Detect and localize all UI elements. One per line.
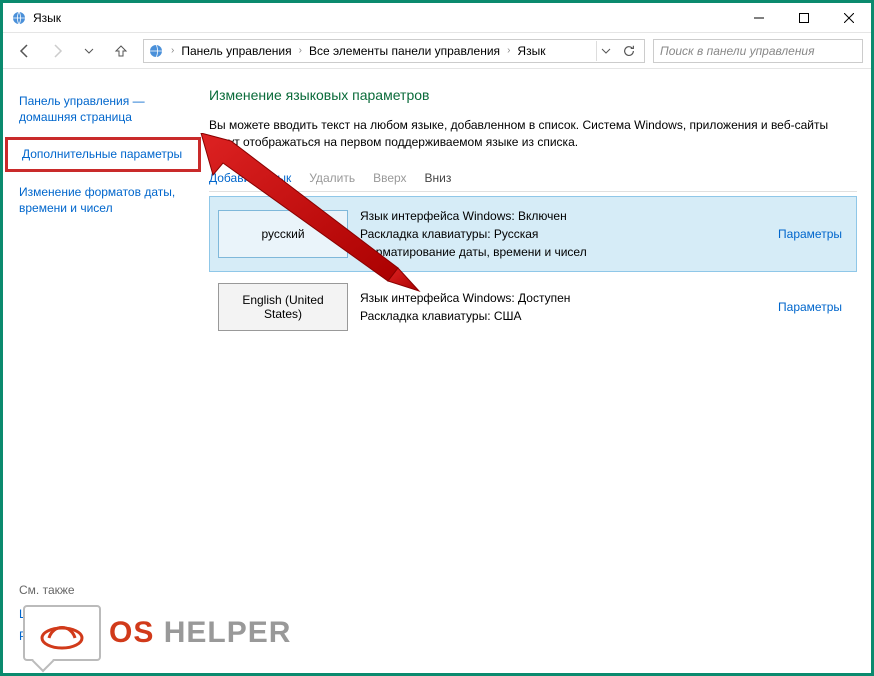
move-up-button[interactable]: Вверх [373,171,406,185]
sidebar: Панель управления — домашняя страница До… [3,69,203,673]
language-info-line: Раскладка клавиатуры: Русская [360,225,766,243]
chevron-right-icon[interactable]: › [504,45,513,56]
add-language-button[interactable]: Добавить язык [209,171,291,185]
language-row[interactable]: русский Язык интерфейса Windows: Включен… [209,196,857,272]
page-description: Вы можете вводить текст на любом языке, … [209,117,857,151]
language-info: Язык интерфейса Windows: Доступен Раскла… [360,289,766,325]
forward-button[interactable] [43,37,71,65]
breadcrumb-item[interactable]: Все элементы панели управления [307,44,502,58]
toolbar: Добавить язык Удалить Вверх Вниз [209,165,857,192]
seealso-header: См. также [19,583,191,597]
language-row[interactable]: English (United States) Язык интерфейса … [209,272,857,342]
window-title: Язык [33,11,736,25]
language-list: русский Язык интерфейса Windows: Включен… [209,196,857,342]
search-input[interactable]: Поиск в панели управления [653,39,863,63]
language-button[interactable]: русский [218,210,348,258]
chevron-right-icon[interactable]: › [296,45,305,56]
app-icon [11,10,27,26]
breadcrumb-history-dropdown[interactable] [596,41,614,61]
language-info-line: Язык интерфейса Windows: Включен [360,207,766,225]
recent-dropdown[interactable] [75,37,103,65]
close-button[interactable] [826,3,871,32]
language-options-link[interactable]: Параметры [778,300,842,314]
sidebar-location-link[interactable]: Расположение [19,628,191,644]
breadcrumb-item[interactable]: Язык [515,44,547,58]
move-down-button[interactable]: Вниз [425,171,452,185]
maximize-button[interactable] [781,3,826,32]
language-button[interactable]: English (United States) [218,283,348,331]
search-placeholder: Поиск в панели управления [660,44,815,58]
language-info: Язык интерфейса Windows: Включен Расклад… [360,207,766,261]
sidebar-fonts-link[interactable]: Шрифты [19,606,191,622]
chevron-right-icon[interactable]: › [168,45,177,56]
sidebar-home-link[interactable]: Панель управления — домашняя страница [19,93,191,125]
navbar: › Панель управления › Все элементы панел… [3,33,871,69]
breadcrumb-item[interactable]: Панель управления [179,44,293,58]
language-info-line: Форматирование даты, времени и чисел [360,243,766,261]
titlebar: Язык [3,3,871,33]
remove-language-button[interactable]: Удалить [309,171,355,185]
sidebar-advanced-link[interactable]: Дополнительные параметры [22,146,188,162]
breadcrumb[interactable]: › Панель управления › Все элементы панел… [143,39,645,63]
sidebar-formats-link[interactable]: Изменение форматов даты, времени и чисел [19,184,191,216]
up-button[interactable] [107,37,135,65]
language-info-line: Раскладка клавиатуры: США [360,307,766,325]
back-button[interactable] [11,37,39,65]
page-heading: Изменение языковых параметров [209,87,857,103]
language-info-line: Язык интерфейса Windows: Доступен [360,289,766,307]
minimize-button[interactable] [736,3,781,32]
language-options-link[interactable]: Параметры [778,227,842,241]
breadcrumb-icon [148,43,164,59]
refresh-button[interactable] [618,40,640,62]
main-content: Изменение языковых параметров Вы можете … [203,69,871,673]
